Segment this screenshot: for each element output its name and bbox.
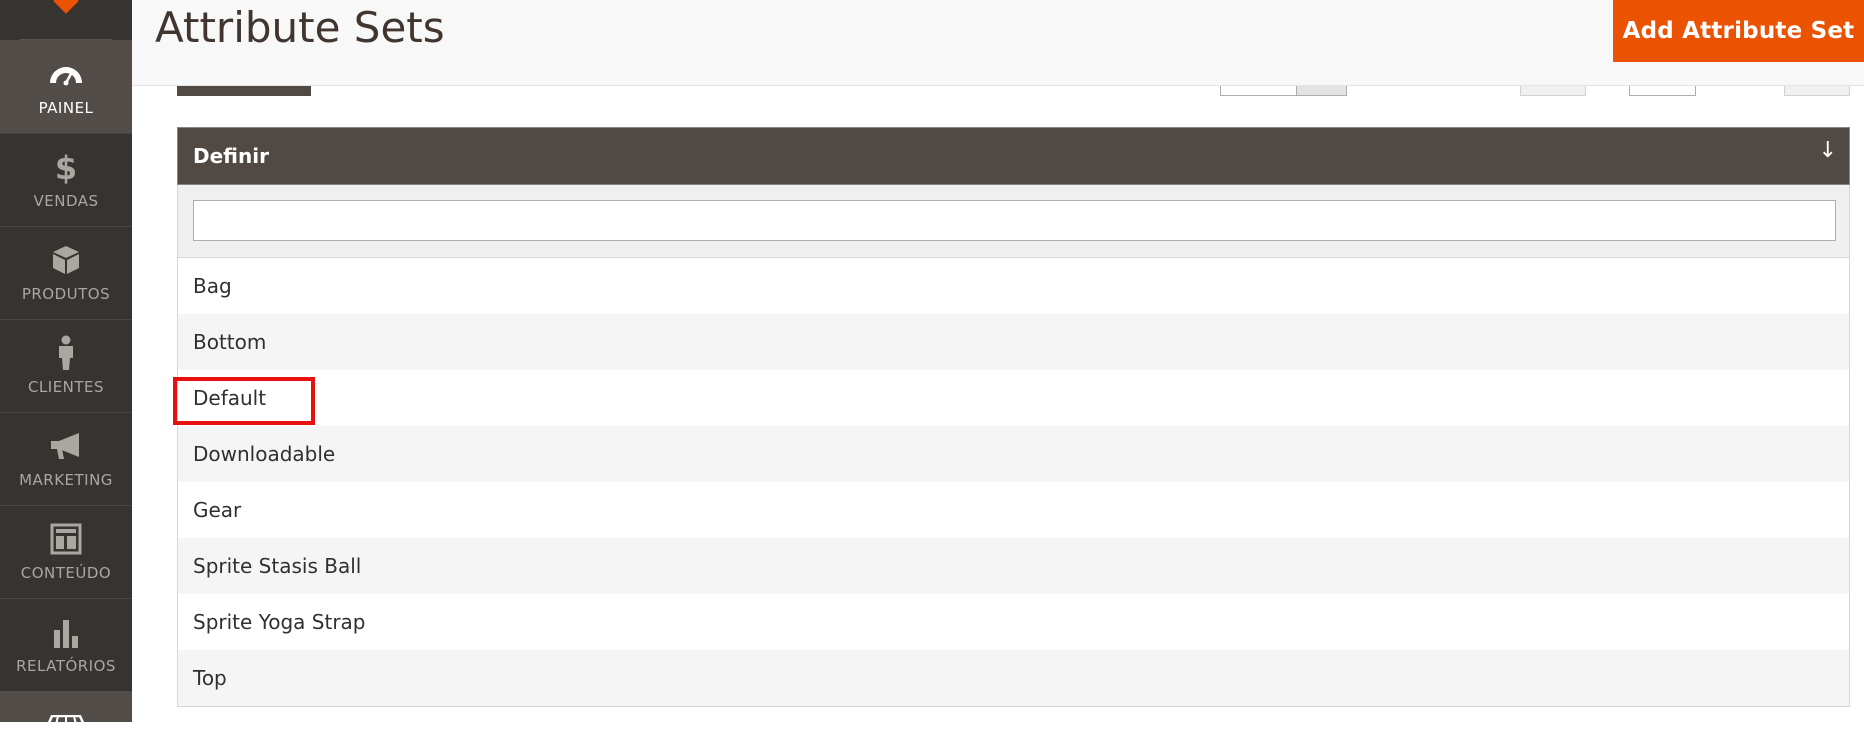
attribute-sets-grid: Definir ↓ Bag Bottom Default Downloadabl… <box>177 127 1850 707</box>
megaphone-icon <box>48 428 84 464</box>
sidebar-item-label: RELATÓRIOS <box>16 657 116 675</box>
dashboard-gauge-icon <box>48 56 84 92</box>
row-set-name: Gear <box>193 498 242 522</box>
add-attribute-set-button[interactable]: Add Attribute Set <box>1613 0 1864 62</box>
column-header-definir[interactable]: Definir ↓ <box>177 127 1850 185</box>
table-row[interactable]: Sprite Stasis Ball <box>178 538 1849 594</box>
page-header: Attribute Sets Add Attribute Set <box>132 0 1864 86</box>
table-row[interactable]: Bag <box>178 258 1849 314</box>
set-name-filter-input[interactable] <box>193 200 1836 241</box>
table-row[interactable]: Top <box>178 650 1849 706</box>
sidebar-item-stores[interactable] <box>0 691 132 727</box>
sidebar-item-label: MARKETING <box>19 471 113 489</box>
person-icon <box>48 335 84 371</box>
sidebar-item-produtos[interactable]: PRODUTOS <box>0 226 132 319</box>
svg-text:$: $ <box>55 150 77 184</box>
row-set-name: Bottom <box>193 330 267 354</box>
store-icon <box>46 711 86 730</box>
filter-row <box>178 185 1849 258</box>
page-title: Attribute Sets <box>155 3 445 52</box>
sidebar-item-label: CONTEÚDO <box>20 564 112 582</box>
row-set-name: Top <box>193 666 227 690</box>
row-set-name: Sprite Yoga Strap <box>193 610 366 634</box>
row-set-name: Default <box>193 386 267 410</box>
column-header-label: Definir <box>193 144 269 168</box>
dollar-icon: $ <box>48 149 84 185</box>
grid-body: Bag Bottom Default Downloadable Gear Spr… <box>178 258 1849 706</box>
table-row[interactable]: Default <box>178 370 1849 426</box>
sidebar-item-label: VENDAS <box>33 192 99 210</box>
table-row[interactable]: Downloadable <box>178 426 1849 482</box>
sidebar-item-label: CLIENTES <box>27 378 105 396</box>
table-row[interactable]: Gear <box>178 482 1849 538</box>
layout-icon <box>48 521 84 557</box>
table-row[interactable]: Bottom <box>178 314 1849 370</box>
sidebar-item-relatorios[interactable]: RELATÓRIOS <box>0 598 132 691</box>
sidebar-item-marketing[interactable]: MARKETING <box>0 412 132 505</box>
bar-chart-icon <box>48 614 84 650</box>
row-set-name: Sprite Stasis Ball <box>193 554 362 578</box>
box-icon <box>48 242 84 278</box>
table-row[interactable]: Sprite Yoga Strap <box>178 594 1849 650</box>
sidebar-item-label: PRODUTOS <box>21 285 111 303</box>
sidebar-item-clientes[interactable]: CLIENTES <box>0 319 132 412</box>
row-set-name: Bag <box>193 274 232 298</box>
magento-logo[interactable] <box>53 0 79 14</box>
sidebar-item-painel[interactable]: PAINEL <box>0 40 132 133</box>
sidebar-item-vendas[interactable]: $ VENDAS <box>0 133 132 226</box>
sidebar-item-conteudo[interactable]: CONTEÚDO <box>0 505 132 598</box>
admin-sidebar: PAINEL $ VENDAS PRODUTOS CLIENTES MARKET… <box>0 0 132 727</box>
sort-arrow-down-icon: ↓ <box>1818 138 1837 163</box>
sidebar-item-label: PAINEL <box>38 99 94 117</box>
row-set-name: Downloadable <box>193 442 336 466</box>
